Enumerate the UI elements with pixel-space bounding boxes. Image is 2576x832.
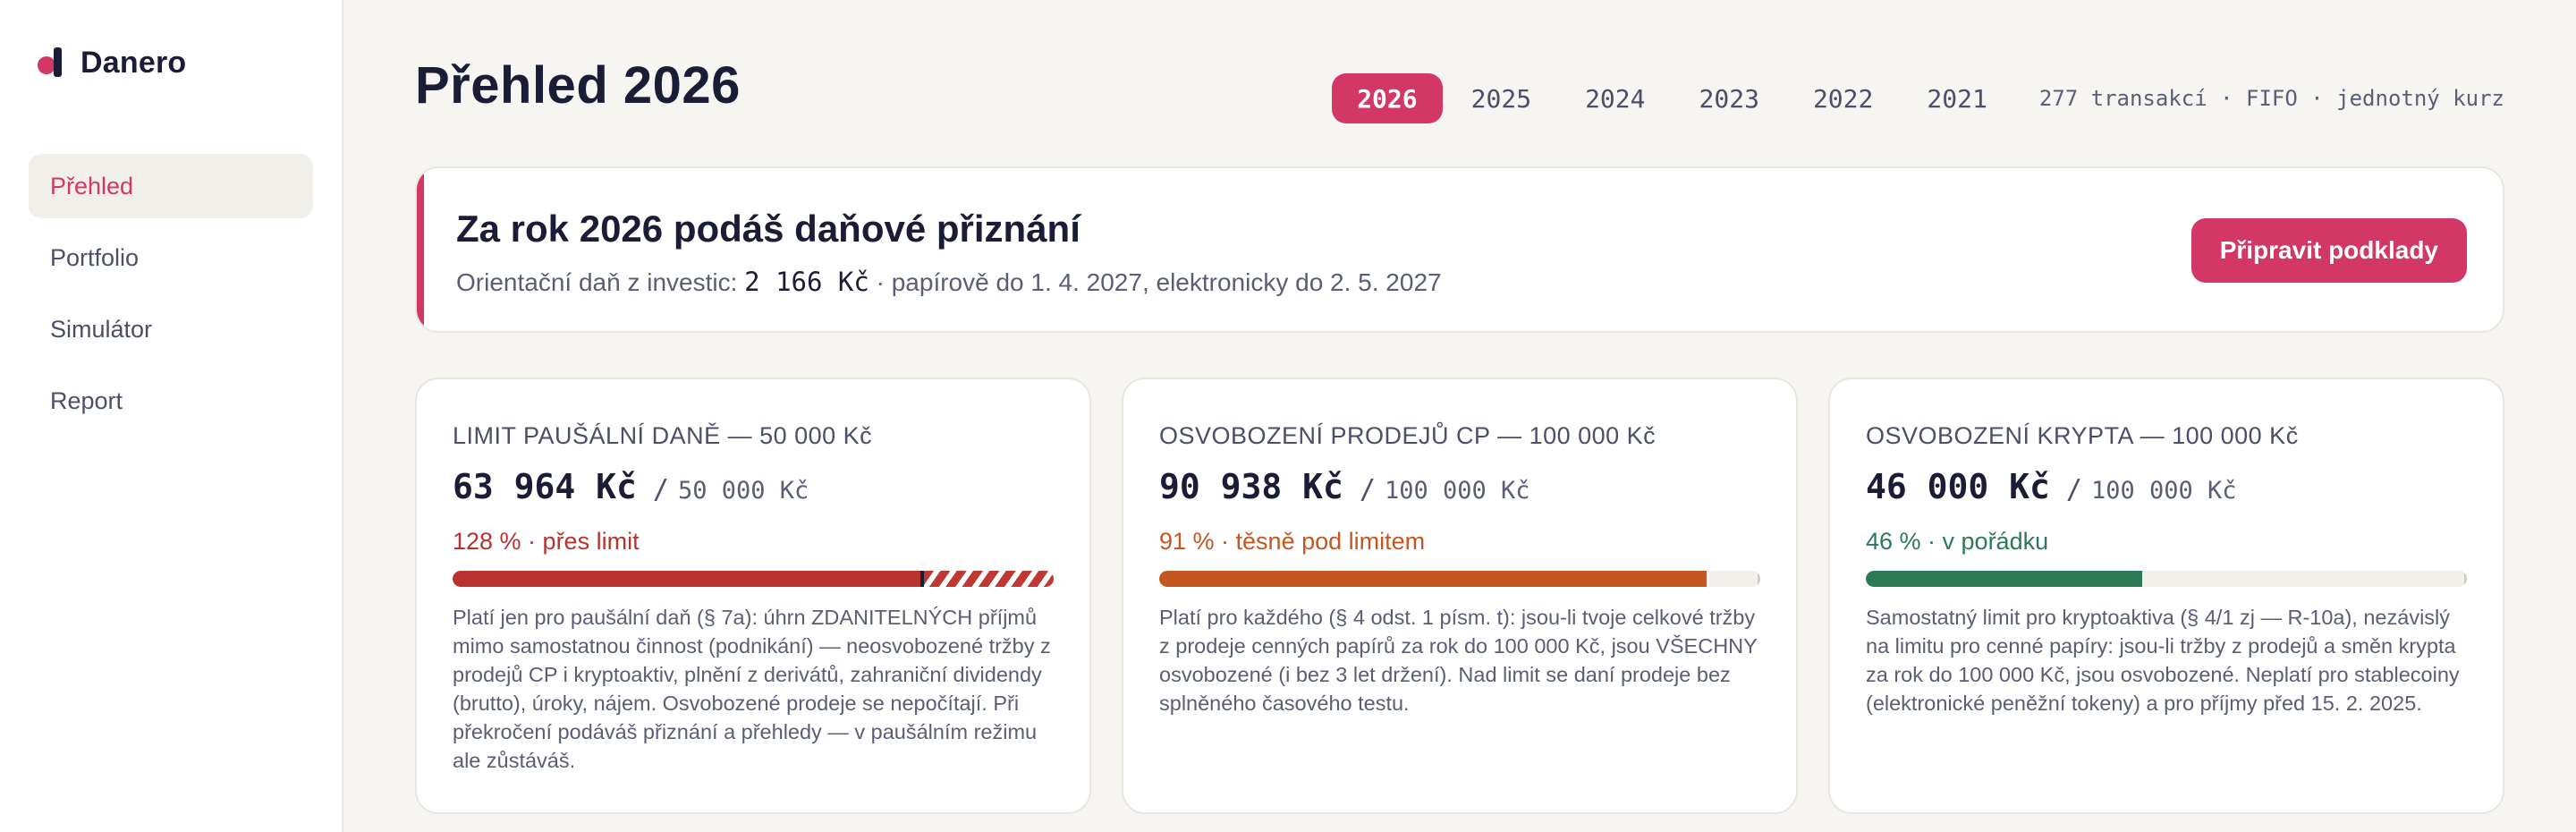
card-separator: / (652, 474, 669, 505)
banner-subtitle: Orientační daň z investic: 2 166 Kč · pa… (456, 267, 1442, 297)
card-amount: 90 938 Kč (1159, 467, 1343, 506)
sidebar: Danero Přehled Portfolio Simulátor Repor… (0, 0, 343, 832)
card-limit: 100 000 Kč (2090, 477, 2237, 505)
card-separator: / (1359, 474, 1376, 505)
card-description: Platí jen pro paušální daň (§ 7a): úhrn … (453, 606, 1051, 772)
progress-overflow (922, 571, 1054, 587)
card-status: 46 % · v pořádku (1866, 528, 2049, 555)
sidebar-nav: Přehled Portfolio Simulátor Report (29, 154, 313, 440)
year-tab-2022[interactable]: 2022 (1788, 73, 1898, 123)
banner-title: Za rok 2026 podáš daňové přiznání (456, 208, 1080, 250)
limit-end-marker (1758, 571, 1760, 587)
sidebar-item-report[interactable]: Report (29, 369, 313, 433)
card-status: 128 % · přes limit (453, 528, 640, 555)
card-value: 90 938 Kč / 100 000 Kč (1159, 467, 1530, 506)
progress-bar (1866, 571, 2467, 587)
transactions-meta: 277 transakcí · FIFO · jednotný kurz (2038, 86, 2504, 111)
limit-card: LIMIT PAUŠÁLNÍ DANĚ — 50 000 Kč 63 964 K… (415, 378, 1091, 814)
prepare-documents-button[interactable]: Připravit podklady (2190, 218, 2467, 283)
deadline-text: · papírově do 1. 4. 2027, elektronicky d… (876, 268, 1442, 296)
card-limit: 100 000 Kč (1384, 477, 1530, 505)
sidebar-item-simulator[interactable]: Simulátor (29, 297, 313, 361)
card-value: 46 000 Kč / 100 000 Kč (1866, 467, 2237, 506)
card-description: Samostatný limit pro kryptoaktiva (§ 4/1… (1866, 606, 2460, 715)
card-label: OSVOBOZENÍ KRYPTA — 100 000 Kč (1866, 422, 2299, 449)
card-status: 91 % · těsně pod limitem (1159, 528, 1426, 555)
limit-card: OSVOBOZENÍ PRODEJŮ CP — 100 000 Kč 90 93… (1122, 378, 1798, 814)
limit-card: OSVOBOZENÍ KRYPTA — 100 000 Kč 46 000 Kč… (1828, 378, 2504, 814)
year-tab-2021[interactable]: 2021 (1902, 73, 2012, 123)
card-value: 63 964 Kč / 50 000 Kč (453, 467, 809, 506)
tax-return-banner: Za rok 2026 podáš daňové přiznání Orient… (415, 166, 2504, 333)
page-title: Přehled 2026 (415, 56, 741, 115)
tax-estimate-label: Orientační daň z investic: (456, 268, 738, 296)
sidebar-item-portfolio[interactable]: Portfolio (29, 225, 313, 290)
year-tab-2024[interactable]: 2024 (1560, 73, 1670, 123)
card-amount: 63 964 Kč (453, 467, 637, 506)
main-content: Přehled 2026 2026 2025 2024 2023 2022 20… (343, 0, 2576, 832)
card-amount: 46 000 Kč (1866, 467, 2050, 506)
progress-bar (453, 571, 1054, 587)
card-separator: / (2065, 474, 2082, 505)
progress-fill (453, 571, 922, 587)
year-tab-2026[interactable]: 2026 (1332, 73, 1443, 123)
card-description: Platí pro každého (§ 4 odst. 1 písm. t):… (1159, 606, 1758, 715)
limit-marker (920, 571, 924, 587)
limit-end-marker (2464, 571, 2467, 587)
sidebar-item-prehled[interactable]: Přehled (29, 154, 313, 218)
progress-fill (1866, 571, 2143, 587)
brand-name: Danero (80, 45, 187, 80)
year-selector: 2026 2025 2024 2023 2022 2021 277 transa… (1328, 73, 2504, 123)
progress-bar (1159, 571, 1760, 587)
card-limit: 50 000 Kč (677, 477, 809, 505)
year-tab-2025[interactable]: 2025 (1446, 73, 1556, 123)
danero-logo-icon (36, 46, 63, 80)
year-tab-2023[interactable]: 2023 (1674, 73, 1784, 123)
brand[interactable]: Danero (36, 41, 186, 84)
card-label: LIMIT PAUŠÁLNÍ DANĚ — 50 000 Kč (453, 422, 873, 449)
limit-cards: LIMIT PAUŠÁLNÍ DANĚ — 50 000 Kč 63 964 K… (415, 378, 2504, 814)
banner-accent (417, 168, 424, 331)
tax-estimate-amount: 2 166 Kč (744, 267, 869, 297)
progress-fill (1159, 571, 1707, 587)
card-label: OSVOBOZENÍ PRODEJŮ CP — 100 000 Kč (1159, 422, 1657, 449)
